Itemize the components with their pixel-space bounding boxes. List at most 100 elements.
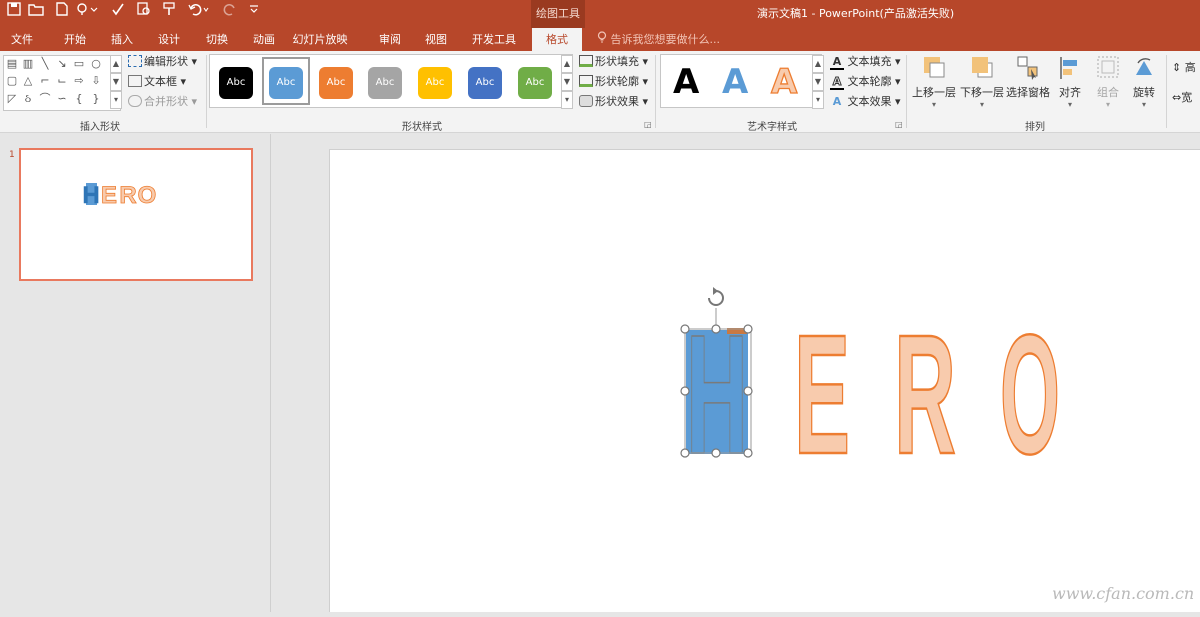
shape-gallery[interactable]: ▤ ▥ ╲ ↘ ▭ ○ ▢ △ ⌐ ⌙ ⇨ ⇩ ◸ ઠ ⌒ ∽ { } — [3, 55, 121, 111]
tab-home[interactable]: 开始 — [53, 28, 97, 51]
resize-handle-bottom-right[interactable] — [743, 448, 753, 458]
style-gallery-down-icon[interactable]: ▼ — [561, 73, 573, 91]
style-swatch-gold[interactable]: Abc — [418, 67, 452, 99]
wordart-dialog-launcher-icon[interactable]: ◲ — [895, 120, 903, 129]
shape-gallery-up-icon[interactable]: ▲ — [110, 55, 122, 73]
wordart-gallery-more-icon[interactable]: ▾ — [812, 91, 824, 109]
touch-mode-icon[interactable] — [74, 2, 100, 24]
align-button[interactable]: 对齐 ▾ — [1054, 55, 1086, 109]
style-swatch-blue[interactable]: Abc — [269, 67, 303, 99]
site-watermark: www.cfan.com.cn — [1052, 584, 1195, 603]
style-swatch-orange[interactable]: Abc — [319, 67, 353, 99]
wordart-gallery-down-icon[interactable]: ▼ — [812, 73, 824, 91]
spelling-icon[interactable] — [108, 2, 128, 24]
undo-icon[interactable] — [186, 2, 212, 24]
connector-shape-icon[interactable]: ⌐ — [38, 74, 52, 88]
slide-canvas[interactable]: H E R O — [329, 149, 1200, 612]
textbox-shape-icon[interactable]: ▤ — [5, 57, 19, 71]
resize-handle-bottom-left[interactable] — [680, 448, 690, 458]
text-fill-button[interactable]: A 文本填充 ▾ — [830, 53, 901, 71]
right-brace-shape-icon[interactable]: } — [89, 92, 103, 106]
wordart-black[interactable]: A — [673, 62, 699, 102]
send-backward-button[interactable]: 下移一层 ▾ — [960, 55, 1004, 109]
right-arrow-shape-icon[interactable]: ⇨ — [72, 74, 86, 88]
style-swatch-gray[interactable]: Abc — [368, 67, 402, 99]
tab-file[interactable]: 文件 — [0, 28, 44, 51]
style-gallery-up-icon[interactable]: ▲ — [561, 55, 573, 73]
group-label: 组合 — [1097, 86, 1119, 99]
group-button[interactable]: 组合 ▾ — [1092, 55, 1124, 109]
rectangle-shape-icon[interactable]: ▭ — [72, 57, 86, 71]
edit-shape-button[interactable]: 编辑形状 ▾ — [128, 53, 197, 71]
ribbon-separator — [906, 55, 907, 128]
redo-icon[interactable] — [220, 2, 240, 24]
tab-review[interactable]: 审阅 — [368, 28, 412, 51]
send-backward-label: 下移一层 — [960, 86, 1004, 99]
oval-shape-icon[interactable]: ○ — [89, 57, 103, 71]
selection-pane-button[interactable]: 选择窗格 — [1006, 55, 1050, 100]
bring-forward-button[interactable]: 上移一层 ▾ — [912, 55, 956, 109]
letter-e[interactable]: E — [793, 299, 852, 492]
tab-transitions[interactable]: 切换 — [195, 28, 239, 51]
style-gallery-more-icon[interactable]: ▾ — [561, 91, 573, 109]
letter-o[interactable]: O — [999, 299, 1062, 492]
line-shape-icon[interactable]: ╲ — [38, 57, 52, 71]
shape-outline-button[interactable]: 形状轮廓 ▾ — [579, 73, 648, 91]
resize-handle-top[interactable] — [711, 324, 721, 334]
resize-handle-right[interactable] — [743, 386, 753, 396]
arc-shape-icon[interactable]: ⌒ — [38, 92, 52, 106]
customize-icon[interactable] — [244, 2, 264, 24]
flowchart-shape-icon[interactable]: ◸ — [5, 92, 19, 106]
tab-format[interactable]: 格式 — [532, 28, 582, 51]
text-effects-button[interactable]: A 文本效果 ▾ — [830, 93, 901, 111]
arrow-line-shape-icon[interactable]: ↘ — [55, 57, 69, 71]
tab-design[interactable]: 设计 — [147, 28, 191, 51]
rotate-button[interactable]: 旋转 ▾ — [1128, 55, 1160, 109]
left-brace-shape-icon[interactable]: { — [72, 92, 86, 106]
shape-gallery-more-icon[interactable]: ▾ — [110, 91, 122, 109]
wordart-group-label: 艺术字样式 — [747, 122, 797, 133]
slide-thumbnail[interactable]: H E R O — [19, 148, 253, 281]
resize-handle-top-left[interactable] — [680, 324, 690, 334]
format-painter-icon[interactable] — [160, 2, 180, 24]
elbow-connector-shape-icon[interactable]: ⌙ — [55, 74, 69, 88]
text-box-button[interactable]: 文本框 ▾ — [128, 73, 186, 91]
shape-gallery-down-icon[interactable]: ▼ — [110, 73, 122, 91]
shape-height-field[interactable]: ⇕ 高 — [1172, 59, 1196, 77]
vertical-textbox-shape-icon[interactable]: ▥ — [21, 57, 35, 71]
merge-shapes-button[interactable]: 合并形状 ▾ — [128, 93, 197, 111]
wordart-peach-outline[interactable]: A — [770, 61, 798, 102]
open-icon[interactable] — [26, 2, 46, 24]
tab-insert[interactable]: 插入 — [100, 28, 144, 51]
shape-effects-button[interactable]: 形状效果 ▾ — [579, 93, 648, 111]
resize-handle-left[interactable] — [680, 386, 690, 396]
preview-icon[interactable] — [134, 2, 154, 24]
tab-developer[interactable]: 开发工具 — [466, 28, 522, 51]
style-swatch-black[interactable]: Abc — [219, 67, 253, 99]
style-swatch-green[interactable]: Abc — [518, 67, 552, 99]
tab-view[interactable]: 视图 — [414, 28, 458, 51]
save-icon[interactable] — [4, 2, 24, 24]
curve-shape-icon[interactable]: ∽ — [55, 92, 69, 106]
shape-width-field[interactable]: ⇔宽 — [1172, 89, 1192, 107]
tab-slideshow[interactable]: 幻灯片放映 — [284, 28, 356, 51]
title-bar — [0, 0, 1200, 28]
wordart-blue[interactable]: A — [722, 62, 748, 102]
shape-styles-dialog-launcher-icon[interactable]: ◲ — [644, 120, 652, 129]
text-outline-button[interactable]: A 文本轮廓 ▾ — [830, 73, 901, 91]
resize-handle-bottom[interactable] — [711, 448, 721, 458]
merge-shapes-label: 合并形状 — [144, 95, 188, 108]
style-swatch-dark-blue[interactable]: Abc — [468, 67, 502, 99]
shape-fill-button[interactable]: 形状填充 ▾ — [579, 53, 648, 71]
triangle-shape-icon[interactable]: △ — [21, 74, 35, 88]
wordart-gallery-up-icon[interactable]: ▲ — [812, 55, 824, 73]
freeform-shape-icon[interactable]: ઠ — [21, 92, 35, 106]
down-arrow-shape-icon[interactable]: ⇩ — [89, 74, 103, 88]
letter-r[interactable]: R — [893, 299, 958, 492]
resize-handle-top-right[interactable] — [743, 324, 753, 334]
tell-me-search[interactable]: 告诉我您想要做什么... — [597, 28, 720, 51]
tab-animations[interactable]: 动画 — [242, 28, 286, 51]
rounded-rect-shape-icon[interactable]: ▢ — [5, 74, 19, 88]
new-icon[interactable] — [52, 2, 72, 24]
bring-forward-label: 上移一层 — [912, 86, 956, 99]
